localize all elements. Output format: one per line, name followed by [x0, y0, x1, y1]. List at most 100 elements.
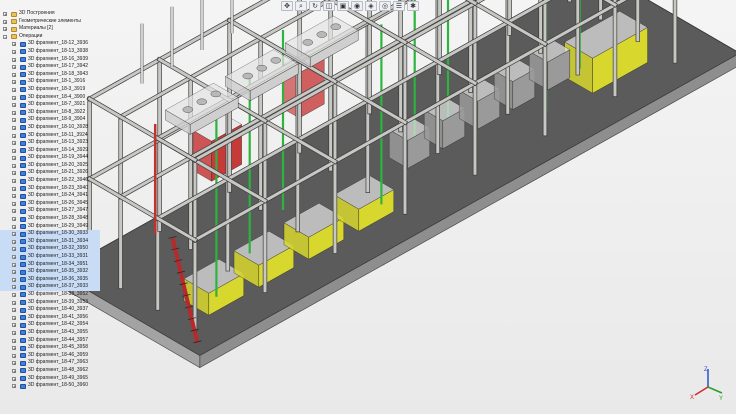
tree-fragment-item[interactable]: +3D фрагмент_18-10_3928 [0, 124, 100, 132]
expand-toggle-icon[interactable]: + [3, 27, 7, 32]
tree-fragment-item[interactable]: +3D фрагмент_18-24_3941 [0, 192, 100, 200]
expand-toggle-icon[interactable]: + [12, 323, 16, 328]
tree-fragment-item[interactable]: +3D фрагмент_18-30_3933 [0, 230, 100, 238]
expand-toggle-icon[interactable]: + [12, 171, 16, 176]
expand-toggle-icon[interactable]: + [12, 163, 16, 168]
expand-toggle-icon[interactable]: + [12, 270, 16, 275]
tree-fragment-item[interactable]: +3D фрагмент_18-31_3934 [0, 237, 100, 246]
tree-fragment-item[interactable]: +3D фрагмент_18-13_3938 [0, 48, 100, 56]
expand-toggle-icon[interactable]: + [12, 125, 16, 130]
tree-fragment-item[interactable]: +3D фрагмент_18-4_3900 [0, 94, 100, 102]
tree-fragment-item[interactable]: +3D фрагмент_18-20_3925 [0, 162, 100, 170]
expand-toggle-icon[interactable]: + [12, 368, 16, 373]
tree-fragment-item[interactable]: +3D фрагмент_18-3_3919 [0, 86, 100, 94]
tree-fragment-item[interactable]: +3D фрагмент_18-26_3945 [0, 200, 100, 208]
tree-fragment-item[interactable]: +3D фрагмент_18-14_3929 [0, 147, 100, 155]
tree-fragment-item[interactable]: +3D фрагмент_18-1_3916 [0, 78, 100, 86]
tree-fragment-item[interactable]: +3D фрагмент_18-48_3962 [0, 367, 100, 375]
tree-fragment-item[interactable]: +3D фрагмент_18-46_3959 [0, 352, 100, 360]
material-icon[interactable]: ◈ [365, 0, 377, 11]
tree-fragment-item[interactable]: +3D фрагмент_18-49_3965 [0, 375, 100, 383]
expand-toggle-icon[interactable]: + [12, 330, 16, 335]
expand-toggle-icon[interactable]: + [12, 87, 16, 92]
tree-fragment-item[interactable]: +3D фрагмент_18-27_3947 [0, 207, 100, 215]
tree-fragment-item[interactable]: +3D фрагмент_18-17_3942 [0, 63, 100, 71]
tree-fragment-item[interactable]: +3D фрагмент_18-37_3933 [0, 283, 100, 291]
zoom-icon[interactable]: ⌕ [295, 0, 307, 11]
expand-toggle-icon[interactable]: + [12, 133, 16, 138]
tree-fragment-item[interactable]: +3D фрагмент_18-12_3936 [0, 40, 100, 48]
tree-fragment-item[interactable]: +3D фрагмент_18-43_3955 [0, 329, 100, 337]
expand-toggle-icon[interactable]: + [12, 186, 16, 191]
expand-toggle-icon[interactable]: + [12, 255, 16, 260]
tree-fragment-item[interactable]: +3D фрагмент_18-18_3943 [0, 71, 100, 79]
expand-toggle-icon[interactable]: + [12, 384, 16, 389]
expand-toggle-icon[interactable]: + [12, 118, 16, 123]
tree-fragment-item[interactable]: +3D фрагмент_18-44_3957 [0, 337, 100, 345]
expand-toggle-icon[interactable]: − [3, 34, 7, 39]
tree-fragment-item[interactable]: +3D фрагмент_18-22_3946 [0, 177, 100, 185]
expand-toggle-icon[interactable]: + [12, 232, 16, 237]
tree-fragment-item[interactable]: +3D фрагмент_18-34_3951 [0, 260, 100, 269]
tree-fragment-item[interactable]: +3D фрагмент_18-42_3954 [0, 321, 100, 329]
expand-toggle-icon[interactable]: + [12, 72, 16, 77]
model-scene[interactable] [0, 0, 736, 414]
expand-toggle-icon[interactable]: + [12, 361, 16, 366]
expand-toggle-icon[interactable]: + [12, 201, 16, 206]
expand-toggle-icon[interactable]: + [12, 376, 16, 381]
lighting-icon[interactable]: ✱ [407, 0, 419, 11]
tree-fragment-item[interactable]: +3D фрагмент_18-29_3949 [0, 223, 100, 231]
tree-fragment-item[interactable]: +3D фрагмент_18-45_3958 [0, 344, 100, 352]
expand-toggle-icon[interactable]: + [12, 148, 16, 153]
tree-fragment-item[interactable]: +3D фрагмент_18-7_3921 [0, 101, 100, 109]
rotate-icon[interactable]: ↻ [309, 0, 321, 11]
expand-toggle-icon[interactable]: + [12, 247, 16, 252]
section-icon[interactable]: ◫ [323, 0, 335, 11]
tree-fragment-item[interactable]: +3D фрагмент_18-8_3922 [0, 109, 100, 117]
expand-toggle-icon[interactable]: + [12, 141, 16, 146]
expand-toggle-icon[interactable]: + [12, 262, 16, 267]
expand-toggle-icon[interactable]: + [12, 65, 16, 70]
expand-toggle-icon[interactable]: + [12, 156, 16, 161]
expand-toggle-icon[interactable]: + [12, 57, 16, 62]
tree-item[interactable]: − Операции [0, 33, 100, 41]
camera-icon[interactable]: ◎ [379, 0, 391, 11]
tree-fragment-item[interactable]: +3D фрагмент_18-39_3953 [0, 299, 100, 307]
tree-fragment-item[interactable]: +3D фрагмент_18-9_3904 [0, 116, 100, 124]
tree-fragment-item[interactable]: +3D фрагмент_18-36_3935 [0, 275, 100, 284]
3d-viewport[interactable]: Z X Y [0, 0, 736, 414]
expand-toggle-icon[interactable]: + [12, 308, 16, 313]
tree-fragment-item[interactable]: +3D фрагмент_18-33_3931 [0, 253, 100, 261]
tree-fragment-item[interactable]: +3D фрагмент_18-35_3932 [0, 268, 100, 276]
expand-toggle-icon[interactable]: + [12, 95, 16, 100]
expand-toggle-icon[interactable]: + [12, 285, 16, 290]
expand-toggle-icon[interactable]: + [3, 19, 7, 24]
expand-toggle-icon[interactable]: + [12, 338, 16, 343]
tree-item[interactable]: + Геометрические элементы [0, 18, 100, 26]
display-icon[interactable]: ▣ [337, 0, 349, 11]
expand-toggle-icon[interactable]: + [3, 12, 7, 17]
tree-fragment-item[interactable]: +3D фрагмент_18-16_3939 [0, 56, 100, 64]
expand-toggle-icon[interactable]: + [12, 110, 16, 115]
expand-toggle-icon[interactable]: + [12, 42, 16, 47]
expand-toggle-icon[interactable]: + [12, 346, 16, 351]
tree-item[interactable]: + Материалы [2] [0, 25, 100, 33]
expand-toggle-icon[interactable]: + [12, 292, 16, 297]
expand-toggle-icon[interactable]: + [12, 300, 16, 305]
expand-toggle-icon[interactable]: + [12, 277, 16, 282]
expand-toggle-icon[interactable]: + [12, 353, 16, 358]
expand-toggle-icon[interactable]: + [12, 209, 16, 214]
tree-fragment-item[interactable]: +3D фрагмент_18-13_3923 [0, 139, 100, 147]
tree-fragment-item[interactable]: +3D фрагмент_18-21_3926 [0, 169, 100, 177]
tree-fragment-item[interactable]: +3D фрагмент_18-40_3937 [0, 306, 100, 314]
expand-toggle-icon[interactable]: + [12, 194, 16, 199]
render-icon[interactable]: ◉ [351, 0, 363, 11]
tree-fragment-item[interactable]: +3D фрагмент_18-19_3944 [0, 154, 100, 162]
expand-toggle-icon[interactable]: + [12, 239, 16, 244]
tree-fragment-item[interactable]: +3D фрагмент_18-23_3940 [0, 185, 100, 193]
expand-toggle-icon[interactable]: + [12, 80, 16, 85]
tree-fragment-item[interactable]: +3D фрагмент_18-38_3952 [0, 291, 100, 299]
tree-fragment-item[interactable]: +3D фрагмент_18-47_3963 [0, 359, 100, 367]
tree-fragment-item[interactable]: +3D фрагмент_18-28_3948 [0, 215, 100, 223]
view-orient-icon[interactable]: ✥ [281, 0, 293, 11]
